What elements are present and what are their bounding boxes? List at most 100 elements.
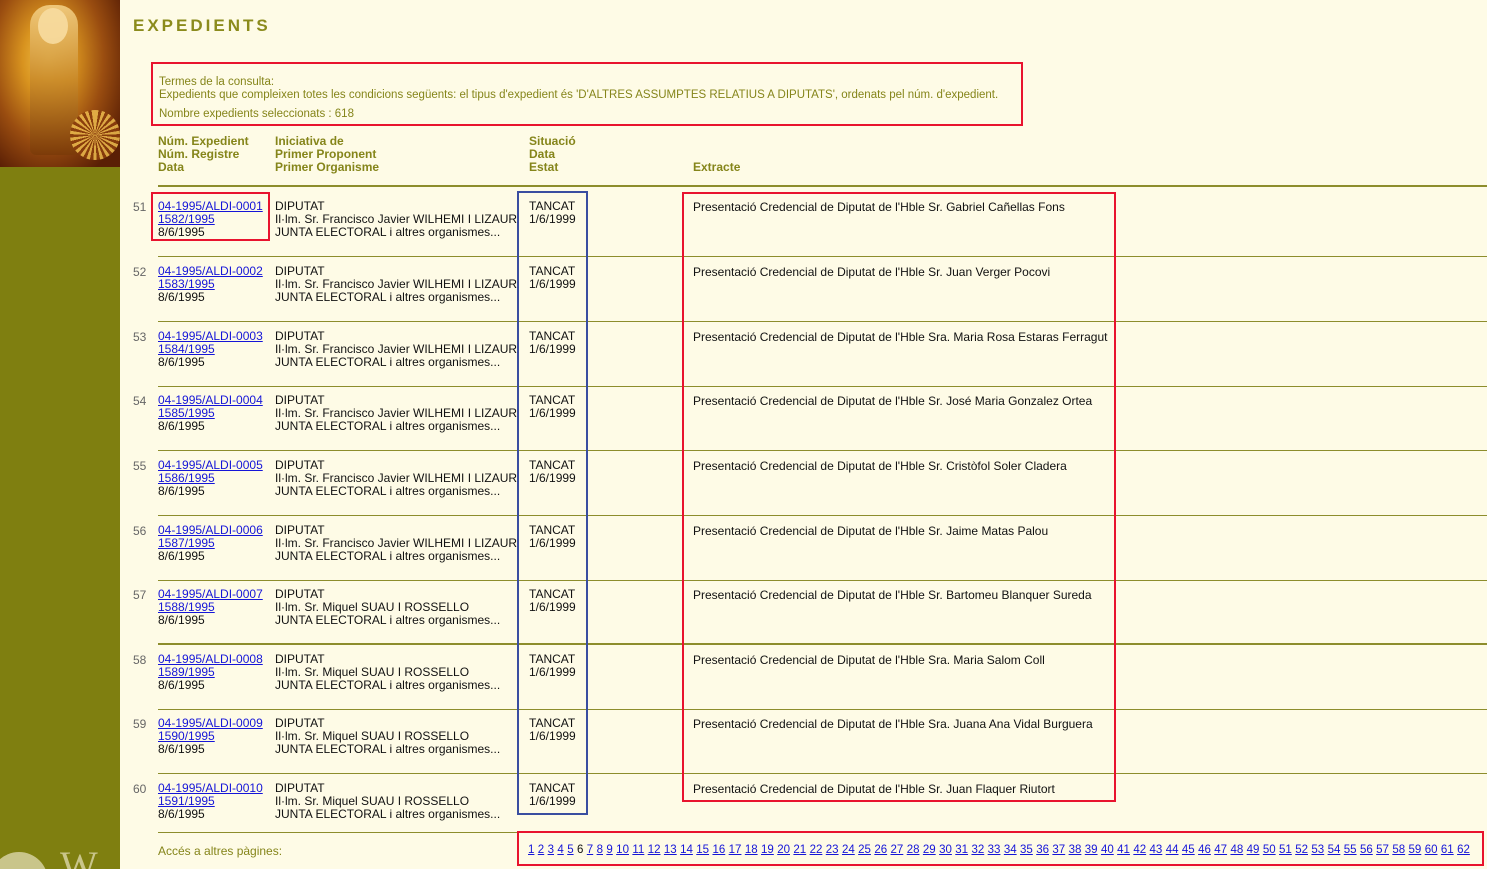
page-link[interactable]: 34 — [1004, 844, 1017, 856]
row-date: 8/6/1995 — [158, 549, 205, 563]
row-situacio-date: 1/6/1999 — [529, 600, 576, 614]
table-bottom-divider — [158, 832, 518, 833]
row-organisme: JUNTA ELECTORAL i altres organismes... — [275, 678, 501, 692]
page-link[interactable]: 12 — [648, 844, 661, 856]
page-link[interactable]: 41 — [1117, 844, 1130, 856]
page-link[interactable]: 61 — [1441, 844, 1454, 856]
table-row: 53 04-1995/ALDI-0003 1584/1995 8/6/1995 … — [0, 322, 1487, 387]
page-link[interactable]: 39 — [1085, 844, 1098, 856]
page-link[interactable]: 46 — [1198, 844, 1211, 856]
page-link[interactable]: 56 — [1360, 844, 1373, 856]
page-link[interactable]: 20 — [777, 844, 790, 856]
page-link[interactable]: 21 — [793, 844, 806, 856]
row-iniciativa-cell: DIPUTAT Il·lm. Sr. Francisco Javier WILH… — [275, 265, 517, 304]
page-link[interactable]: 2 — [538, 844, 544, 856]
row-situacio-cell: TANCAT 1/6/1999 — [529, 653, 576, 679]
row-situacio-date: 1/6/1999 — [529, 406, 576, 420]
page-link[interactable]: 31 — [955, 844, 968, 856]
row-date: 8/6/1995 — [158, 419, 205, 433]
page-link[interactable]: 4 — [557, 844, 563, 856]
page-link[interactable]: 26 — [874, 844, 887, 856]
page-link[interactable]: 42 — [1133, 844, 1146, 856]
header-situacio: Situació Data Estat — [529, 135, 576, 174]
statue-head — [38, 8, 68, 44]
row-situacio-date: 1/6/1999 — [529, 665, 576, 679]
row-expedient-cell: 04-1995/ALDI-0004 1585/1995 8/6/1995 — [158, 394, 263, 433]
row-situacio-date: 1/6/1999 — [529, 342, 576, 356]
page-link[interactable]: 54 — [1328, 844, 1341, 856]
page-link[interactable]: 37 — [1052, 844, 1065, 856]
row-date: 8/6/1995 — [158, 807, 205, 821]
page-link[interactable]: 60 — [1425, 844, 1438, 856]
row-number: 60 — [133, 782, 147, 796]
row-situacio-date: 1/6/1999 — [529, 729, 576, 743]
row-situacio-cell: TANCAT 1/6/1999 — [529, 265, 576, 291]
page-link[interactable]: 14 — [680, 844, 693, 856]
page-link[interactable]: 44 — [1166, 844, 1179, 856]
page-link[interactable]: 7 — [587, 844, 593, 856]
page-link[interactable]: 35 — [1020, 844, 1033, 856]
page-link[interactable]: 18 — [745, 844, 758, 856]
page-link[interactable]: 24 — [842, 844, 855, 856]
row-date: 8/6/1995 — [158, 225, 205, 239]
page-link[interactable]: 49 — [1247, 844, 1260, 856]
row-iniciativa-cell: DIPUTAT Il·lm. Sr. Miquel SUAU I ROSSELL… — [275, 782, 500, 821]
page-link[interactable]: 33 — [988, 844, 1001, 856]
page-link[interactable]: 62 — [1457, 844, 1470, 856]
row-number: 53 — [133, 330, 147, 344]
page-link[interactable]: 57 — [1376, 844, 1389, 856]
page-link[interactable]: 13 — [664, 844, 677, 856]
page-link[interactable]: 25 — [858, 844, 871, 856]
page-link[interactable]: 40 — [1101, 844, 1114, 856]
row-organisme: JUNTA ELECTORAL i altres organismes... — [275, 290, 501, 304]
page-link[interactable]: 23 — [826, 844, 839, 856]
page-link[interactable]: 5 — [567, 844, 573, 856]
header-expedient: Núm. Expedient Núm. Registre Data — [158, 135, 249, 174]
page-link[interactable]: 58 — [1392, 844, 1405, 856]
page-link[interactable]: 1 — [528, 844, 534, 856]
row-extracte: Presentació Credencial de Diputat de l'H… — [693, 330, 1108, 344]
page-link[interactable]: 50 — [1263, 844, 1276, 856]
row-expedient-cell: 04-1995/ALDI-0005 1586/1995 8/6/1995 — [158, 459, 263, 498]
row-expedient-cell: 04-1995/ALDI-0009 1590/1995 8/6/1995 — [158, 717, 263, 756]
page-link[interactable]: 15 — [696, 844, 709, 856]
page-link[interactable]: 43 — [1150, 844, 1163, 856]
page-link[interactable]: 22 — [810, 844, 823, 856]
page-link[interactable]: 3 — [548, 844, 554, 856]
page-link[interactable]: 16 — [712, 844, 725, 856]
row-date: 8/6/1995 — [158, 484, 205, 498]
page-link[interactable]: 45 — [1182, 844, 1195, 856]
row-date: 8/6/1995 — [158, 613, 205, 627]
page-link[interactable]: 51 — [1279, 844, 1292, 856]
page-link[interactable]: 32 — [971, 844, 984, 856]
page-link[interactable]: 52 — [1295, 844, 1308, 856]
page-link[interactable]: 19 — [761, 844, 774, 856]
page-link[interactable]: 17 — [729, 844, 742, 856]
row-situacio-cell: TANCAT 1/6/1999 — [529, 459, 576, 485]
page-link[interactable]: 30 — [939, 844, 952, 856]
page-link[interactable]: 11 — [632, 844, 644, 856]
page-link[interactable]: 28 — [907, 844, 920, 856]
table-row: 51 04-1995/ALDI-0001 1582/1995 8/6/1995 … — [0, 192, 1487, 257]
page-link[interactable]: 38 — [1069, 844, 1082, 856]
row-organisme: JUNTA ELECTORAL i altres organismes... — [275, 484, 501, 498]
row-extracte: Presentació Credencial de Diputat de l'H… — [693, 588, 1092, 602]
row-organisme: JUNTA ELECTORAL i altres organismes... — [275, 742, 501, 756]
page-link[interactable]: 59 — [1409, 844, 1422, 856]
page-link[interactable]: 55 — [1344, 844, 1357, 856]
row-number: 54 — [133, 394, 147, 408]
row-expedient-cell: 04-1995/ALDI-0002 1583/1995 8/6/1995 — [158, 265, 263, 304]
page-link[interactable]: 10 — [616, 844, 629, 856]
page-link[interactable]: 53 — [1311, 844, 1324, 856]
header-divider — [158, 185, 1487, 187]
page-link[interactable]: 8 — [597, 844, 603, 856]
row-extracte: Presentació Credencial de Diputat de l'H… — [693, 653, 1045, 667]
page-link[interactable]: 29 — [923, 844, 936, 856]
page-link[interactable]: 47 — [1214, 844, 1227, 856]
page-link[interactable]: 48 — [1230, 844, 1243, 856]
page-link[interactable]: 27 — [891, 844, 904, 856]
row-number: 51 — [133, 200, 147, 214]
page-link[interactable]: 36 — [1036, 844, 1049, 856]
row-extracte: Presentació Credencial de Diputat de l'H… — [693, 717, 1093, 731]
page-link[interactable]: 9 — [606, 844, 612, 856]
